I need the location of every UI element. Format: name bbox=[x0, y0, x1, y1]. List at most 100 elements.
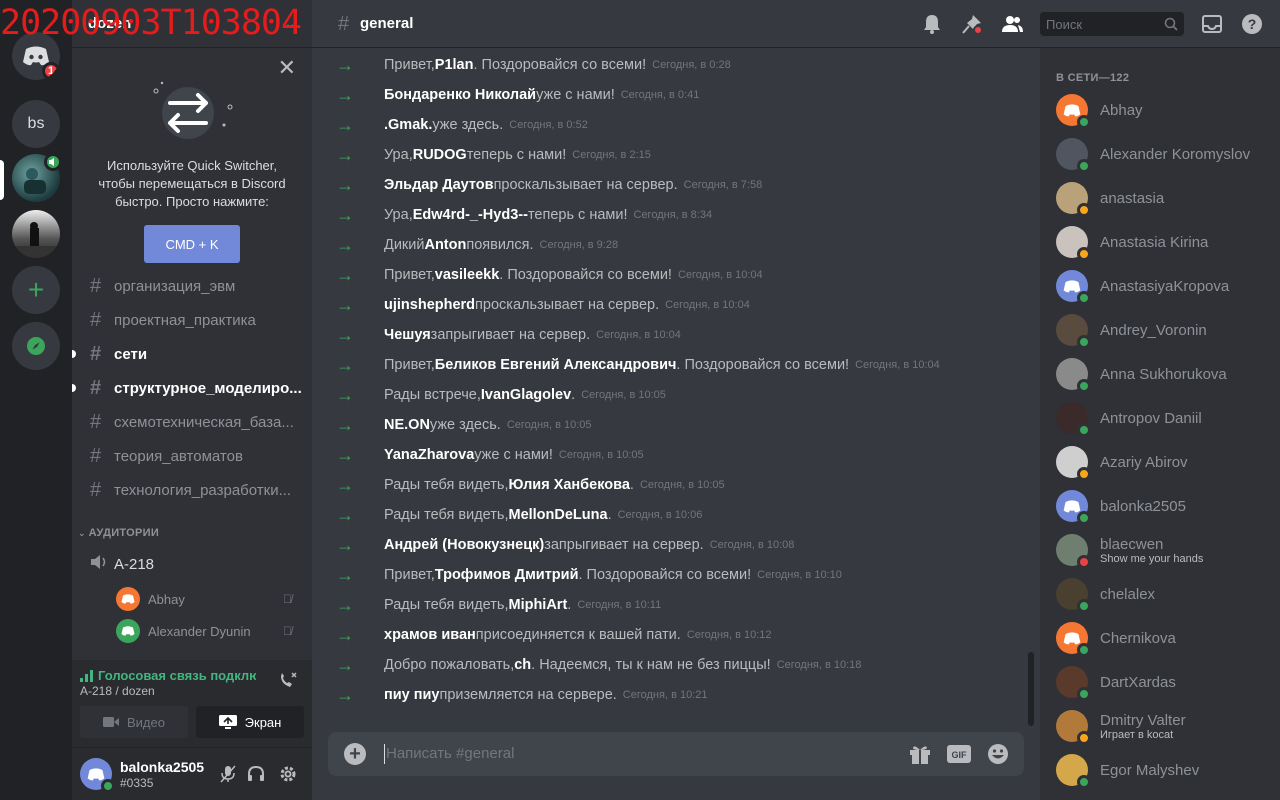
explore-servers-button[interactable] bbox=[12, 322, 60, 370]
join-arrow-icon: → bbox=[336, 534, 354, 555]
server-icon-bs[interactable]: bs bbox=[12, 100, 60, 148]
member-text: Alexander Koromyslov bbox=[1088, 146, 1250, 163]
message-username[interactable]: NE.ON bbox=[384, 417, 430, 433]
member-activity: Show me your hands bbox=[1100, 552, 1204, 565]
status-indicator-icon bbox=[1077, 643, 1091, 657]
system-message: → Ура, Edw4rd-_-Hyd3-- теперь с нами! Сего… bbox=[336, 200, 712, 230]
quick-switcher-shortcut-button[interactable]: CMD + K bbox=[144, 225, 240, 263]
message-username[interactable]: Андрей (Новокузнецк) bbox=[384, 537, 544, 553]
inbox-button[interactable] bbox=[1200, 12, 1224, 36]
message-username[interactable]: IvanGlagolev bbox=[481, 387, 571, 403]
deafen-button[interactable] bbox=[244, 762, 268, 786]
avatar bbox=[1056, 270, 1091, 305]
voice-channel-a218[interactable]: А-218 bbox=[80, 547, 304, 581]
member-item[interactable]: Chernikova bbox=[1056, 616, 1272, 660]
user-settings-button[interactable] bbox=[276, 762, 300, 786]
pinned-messages-button[interactable] bbox=[960, 12, 984, 36]
channel-item[interactable]: # организация_эвм bbox=[80, 269, 304, 303]
screen-share-button[interactable]: Экран bbox=[196, 706, 304, 738]
message-timestamp: Сегодня, в 10:18 bbox=[776, 659, 862, 671]
message-username[interactable]: RUDOG bbox=[413, 147, 467, 163]
member-item[interactable]: anastasia bbox=[1056, 176, 1272, 220]
notification-settings-button[interactable] bbox=[920, 12, 944, 36]
member-text: DartXardas bbox=[1088, 674, 1176, 691]
message-timestamp: Сегодня, в 10:21 bbox=[622, 689, 708, 701]
channel-item[interactable]: # сети bbox=[72, 337, 304, 371]
avatar[interactable] bbox=[80, 758, 115, 793]
video-button[interactable]: Видео bbox=[80, 706, 188, 738]
hashtag-icon: # bbox=[90, 274, 102, 297]
message-username[interactable]: Edw4rd-_-Hyd3-- bbox=[413, 207, 528, 223]
help-button[interactable]: ? bbox=[1240, 12, 1264, 36]
chat-area: → Привет, P1lan. Поздоровайся со всеми! Се… bbox=[312, 0, 1040, 800]
message-username[interactable]: Anton bbox=[424, 237, 466, 253]
member-item[interactable]: Anna Sukhorukova bbox=[1056, 352, 1272, 396]
member-text: blaecwen Show me your hands bbox=[1088, 536, 1203, 565]
channel-item[interactable]: # структурное_моделиро... bbox=[72, 371, 304, 405]
message-username[interactable]: Эльдар Даутов bbox=[384, 177, 494, 193]
message-username[interactable]: Чешуя bbox=[384, 327, 431, 343]
channel-item[interactable]: # технология_разработки... bbox=[80, 473, 304, 507]
channel-name: проектная_практика bbox=[114, 311, 256, 329]
member-item[interactable]: Abhay bbox=[1056, 88, 1272, 132]
member-item[interactable]: Andrey_Voronin bbox=[1056, 308, 1272, 352]
member-item[interactable]: Anastasia Kirina bbox=[1056, 220, 1272, 264]
message-username[interactable]: MellonDeLuna bbox=[508, 507, 607, 523]
scrollbar[interactable] bbox=[1028, 652, 1034, 726]
message-username[interactable]: Юлия Ханбекова bbox=[508, 477, 629, 493]
message-timestamp: Сегодня, в 10:08 bbox=[709, 539, 795, 551]
add-server-button[interactable]: + bbox=[12, 266, 60, 314]
member-text: Anna Sukhorukova bbox=[1088, 366, 1227, 383]
search-input[interactable]: Поиск bbox=[1040, 12, 1184, 36]
member-name: Chernikova bbox=[1100, 629, 1176, 647]
gif-button[interactable]: GIF bbox=[946, 742, 972, 766]
member-item[interactable]: Antropov Daniil bbox=[1056, 396, 1272, 440]
message-username[interactable]: P1lan bbox=[435, 57, 474, 73]
message-username[interactable]: пиу пиу bbox=[384, 687, 440, 703]
avatar bbox=[1056, 710, 1091, 745]
member-item[interactable]: balonka2505 bbox=[1056, 484, 1272, 528]
video-camera-icon bbox=[103, 717, 119, 727]
gift-button[interactable] bbox=[908, 742, 932, 766]
message-username[interactable]: ch bbox=[514, 657, 531, 673]
username: balonka2505 bbox=[120, 759, 205, 775]
category-header[interactable]: ⌄ АУДИТОРИИ bbox=[78, 527, 159, 539]
member-item[interactable]: Azariy Abirov bbox=[1056, 440, 1272, 484]
member-item[interactable]: chelalex bbox=[1056, 572, 1272, 616]
close-icon[interactable]: ✕ bbox=[278, 57, 296, 79]
message-text: . bbox=[571, 387, 576, 403]
message-username[interactable]: храмов иван bbox=[384, 627, 476, 643]
member-item[interactable]: Dmitry Valter Играет в kocat bbox=[1056, 704, 1272, 748]
member-name: Andrey_Voronin bbox=[1100, 321, 1207, 339]
message-username[interactable]: vasileekk bbox=[435, 267, 500, 283]
member-item[interactable]: Alexander Koromyslov bbox=[1056, 132, 1272, 176]
message-username[interactable]: Трофимов Дмитрий bbox=[435, 567, 579, 583]
message-username[interactable]: Беликов Евгений Александрович bbox=[435, 357, 677, 373]
message-username[interactable]: MiphiArt bbox=[508, 597, 567, 613]
member-list-toggle[interactable] bbox=[1000, 12, 1024, 36]
channel-item[interactable]: # теория_автоматов bbox=[80, 439, 304, 473]
member-item[interactable]: DartXardas bbox=[1056, 660, 1272, 704]
member-item[interactable]: blaecwen Show me your hands bbox=[1056, 528, 1272, 572]
join-arrow-icon: → bbox=[336, 564, 354, 585]
member-item[interactable]: AnastasiyaKropova bbox=[1056, 264, 1272, 308]
message-username[interactable]: ujinshepherd bbox=[384, 297, 475, 313]
server-icon-photo[interactable] bbox=[12, 210, 60, 258]
voice-user[interactable]: Alexander Dyunin 🎙̸ bbox=[116, 619, 302, 643]
message-username[interactable]: .Gmak. bbox=[384, 117, 432, 133]
voice-location[interactable]: А-218 / dozen bbox=[80, 684, 155, 698]
message-text: запрыгивает на сервер. bbox=[544, 537, 704, 553]
message-username[interactable]: YanaZharova bbox=[384, 447, 474, 463]
join-arrow-icon: → bbox=[336, 234, 354, 255]
message-input[interactable]: Написать #general bbox=[386, 745, 514, 762]
channel-item[interactable]: # проектная_практика bbox=[80, 303, 304, 337]
message-text: проскальзывает на сервер. bbox=[493, 177, 678, 193]
mute-mic-button[interactable] bbox=[216, 762, 240, 786]
disconnect-button[interactable] bbox=[278, 672, 298, 695]
channel-item[interactable]: # схемотехническая_база... bbox=[80, 405, 304, 439]
upload-button[interactable]: + bbox=[344, 743, 366, 765]
member-item[interactable]: Egor Malyshev bbox=[1056, 748, 1272, 792]
message-username[interactable]: Бондаренко Николай bbox=[384, 87, 536, 103]
voice-user[interactable]: Abhay 🎙̸ bbox=[116, 587, 302, 611]
emoji-button[interactable] bbox=[986, 742, 1010, 766]
